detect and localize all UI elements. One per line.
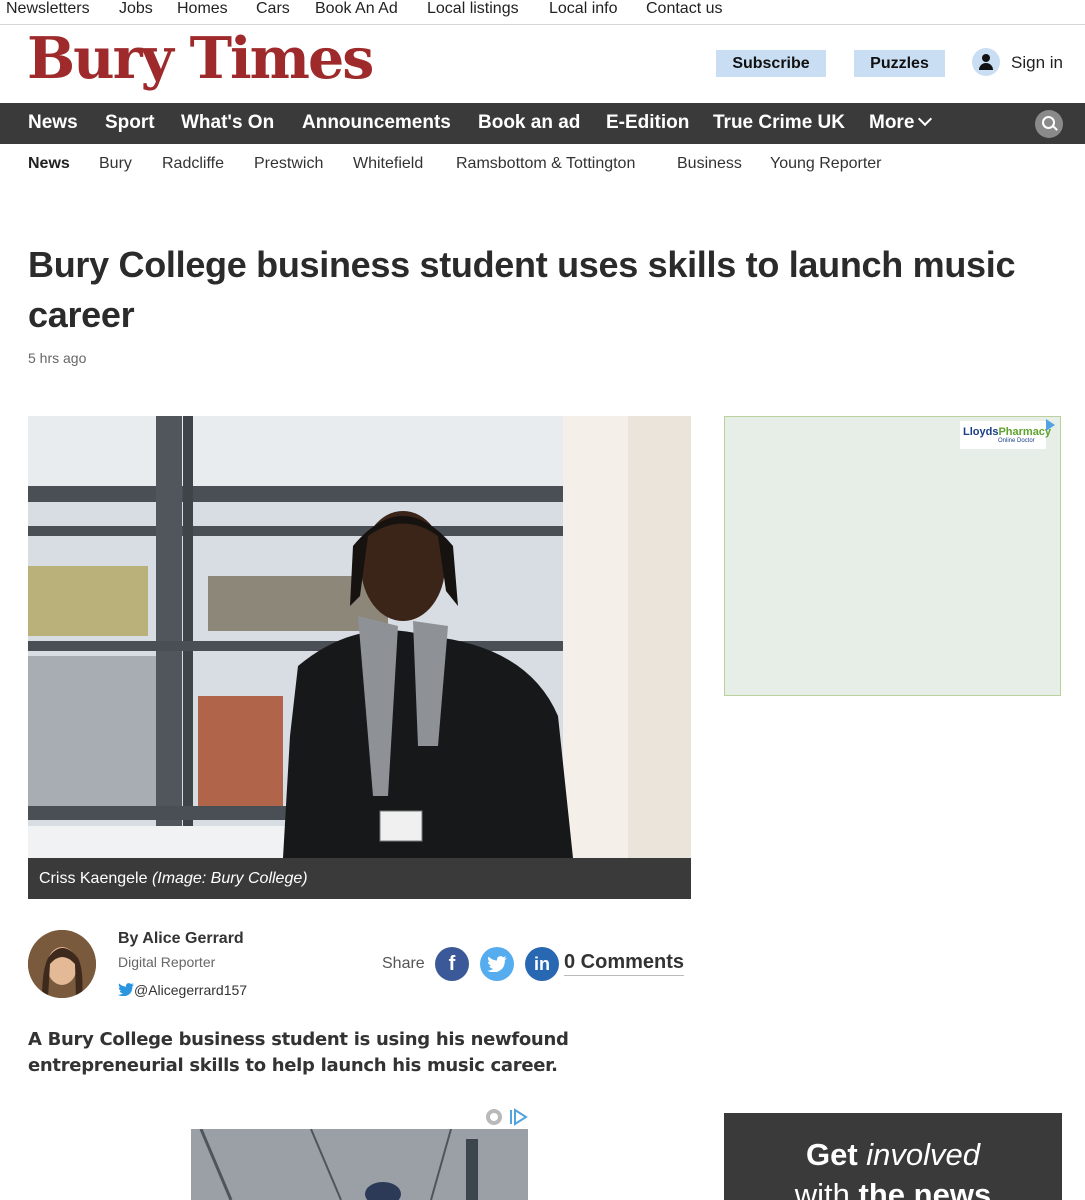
article-hero-image[interactable] [28, 416, 691, 858]
promo-line-2: with the news [724, 1177, 1062, 1200]
subscribe-button[interactable]: Subscribe [716, 50, 826, 77]
promo-line-1-bold: Get [805, 1137, 858, 1172]
subnav-item-whitefield[interactable]: Whitefield [353, 155, 423, 173]
newsletter-promo[interactable]: Get involved with the news [724, 1113, 1062, 1200]
advertisement[interactable] [724, 416, 1061, 696]
author-role: Digital Reporter [118, 954, 216, 970]
ad-brand-accent: Pharmacy [998, 426, 1052, 438]
utility-link-local-listings[interactable]: Local listings [427, 0, 519, 18]
site-logo[interactable]: Bury Times [27, 24, 374, 94]
search-icon[interactable] [1035, 110, 1063, 138]
subnav-item-prestwich[interactable]: Prestwich [254, 155, 323, 173]
utility-nav: Newsletters Jobs Homes Cars Book An Ad L… [0, 0, 1085, 25]
comments-link[interactable]: 0 Comments [564, 951, 685, 976]
article-headline: Bury College business student uses skill… [28, 244, 1016, 335]
author-avatar[interactable] [28, 930, 96, 998]
nav-item-whats-on[interactable]: What's On [181, 112, 274, 134]
utility-link-contact-us[interactable]: Contact us [646, 0, 722, 18]
ad-brand-sub: Online Doctor [998, 438, 1035, 444]
hero-photo-illustration [28, 416, 691, 858]
ad-brand-main: Lloyds [963, 426, 999, 438]
subnav-item-news[interactable]: News [28, 155, 70, 173]
nav-item-more[interactable]: More [869, 111, 933, 134]
nav-item-announcements[interactable]: Announcements [302, 112, 451, 134]
secondary-nav: News Bury Radcliffe Prestwich Whitefield… [0, 144, 1085, 184]
ad-icons[interactable] [486, 1108, 530, 1131]
ad-brand-text: LloydsPharmacy [963, 426, 1051, 438]
article-lead: A Bury College business student is using… [28, 1029, 569, 1076]
subnav-item-ramsbottom-tottington[interactable]: Ramsbottom & Tottington [456, 155, 635, 173]
signin-link[interactable]: Sign in [1011, 53, 1063, 73]
subnav-item-business[interactable]: Business [677, 155, 742, 173]
nav-item-sport[interactable]: Sport [105, 112, 155, 134]
chevron-down-icon [918, 111, 933, 127]
share-label: Share [382, 955, 425, 972]
inline-advertisement[interactable] [191, 1129, 528, 1200]
twitter-bird-icon [118, 983, 134, 997]
promo-line-1-italic: involved [866, 1137, 981, 1172]
ad-brand-logo[interactable]: LloydsPharmacy Online Doctor [960, 421, 1051, 449]
utility-link-newsletters[interactable]: Newsletters [6, 0, 90, 18]
puzzles-button[interactable]: Puzzles [854, 50, 945, 77]
nav-item-book-an-ad[interactable]: Book an ad [478, 112, 580, 134]
primary-nav: News Sport What's On Announcements Book … [0, 103, 1085, 144]
twitter-share-glyph [487, 956, 507, 973]
facebook-icon[interactable]: f [435, 947, 469, 981]
article-timestamp: 5 hrs ago [28, 350, 87, 366]
utility-link-cars[interactable]: Cars [256, 0, 290, 18]
promo-line-2-bold: the news [858, 1177, 992, 1200]
caption-credit: (Image: Bury College) [151, 870, 308, 887]
image-caption: Criss Kaengele (Image: Bury College) [28, 858, 691, 899]
promo-line-2-pre: with [794, 1177, 850, 1200]
avatar-illustration [28, 930, 96, 998]
adchoices-icon[interactable] [1046, 419, 1055, 431]
nav-item-news[interactable]: News [28, 112, 78, 134]
utility-link-local-info[interactable]: Local info [549, 0, 618, 18]
author-twitter[interactable]: @Alicegerrard157 [118, 982, 247, 998]
user-icon[interactable] [972, 48, 1000, 76]
subnav-item-radcliffe[interactable]: Radcliffe [162, 155, 224, 173]
adchoices-icon [486, 1108, 528, 1126]
twitter-icon[interactable] [480, 947, 514, 981]
utility-link-jobs[interactable]: Jobs [119, 0, 153, 18]
nav-item-true-crime-uk[interactable]: True Crime UK [713, 112, 845, 134]
caption-name: Criss Kaengele [39, 870, 148, 887]
inline-ad-illustration [191, 1129, 528, 1200]
utility-link-homes[interactable]: Homes [177, 0, 228, 18]
linkedin-icon[interactable]: in [525, 947, 559, 981]
promo-line-1: Get involved [724, 1137, 1062, 1173]
subnav-item-young-reporter[interactable]: Young Reporter [770, 155, 882, 173]
subnav-item-bury[interactable]: Bury [99, 155, 132, 173]
utility-link-book-an-ad[interactable]: Book An Ad [315, 0, 398, 18]
author-twitter-handle: @Alicegerrard157 [134, 982, 248, 998]
nav-item-e-edition[interactable]: E-Edition [606, 112, 689, 134]
nav-item-more-label: More [869, 112, 915, 133]
author-name[interactable]: By Alice Gerrard [118, 930, 244, 948]
